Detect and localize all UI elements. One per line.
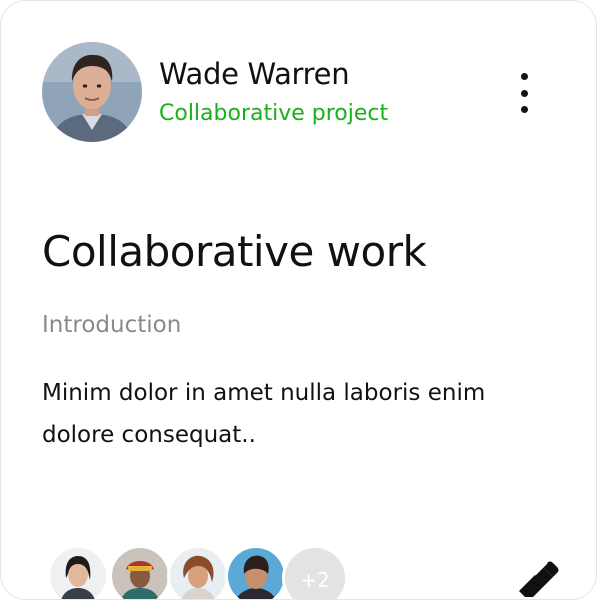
pen-icon[interactable] <box>513 557 561 599</box>
member-avatar[interactable] <box>47 545 109 599</box>
user-avatar[interactable] <box>42 42 142 142</box>
menu-dot <box>520 73 528 80</box>
extra-members-count[interactable]: +2 <box>282 545 348 599</box>
card-subtitle: Introduction <box>42 312 182 338</box>
project-card: Wade Warren Collaborative project Collab… <box>0 0 597 600</box>
member-avatar[interactable] <box>167 545 229 599</box>
more-vertical-icon[interactable] <box>509 71 539 115</box>
user-name: Wade Warren <box>159 57 350 91</box>
project-type: Collaborative project <box>159 101 389 126</box>
card-title: Collaborative work <box>42 227 427 276</box>
member-avatar[interactable] <box>225 545 287 599</box>
card-description: Minim dolor in amet nulla laboris enim d… <box>42 380 486 448</box>
menu-dot <box>520 89 528 97</box>
menu-dot <box>520 106 528 113</box>
member-avatar[interactable] <box>109 545 171 599</box>
